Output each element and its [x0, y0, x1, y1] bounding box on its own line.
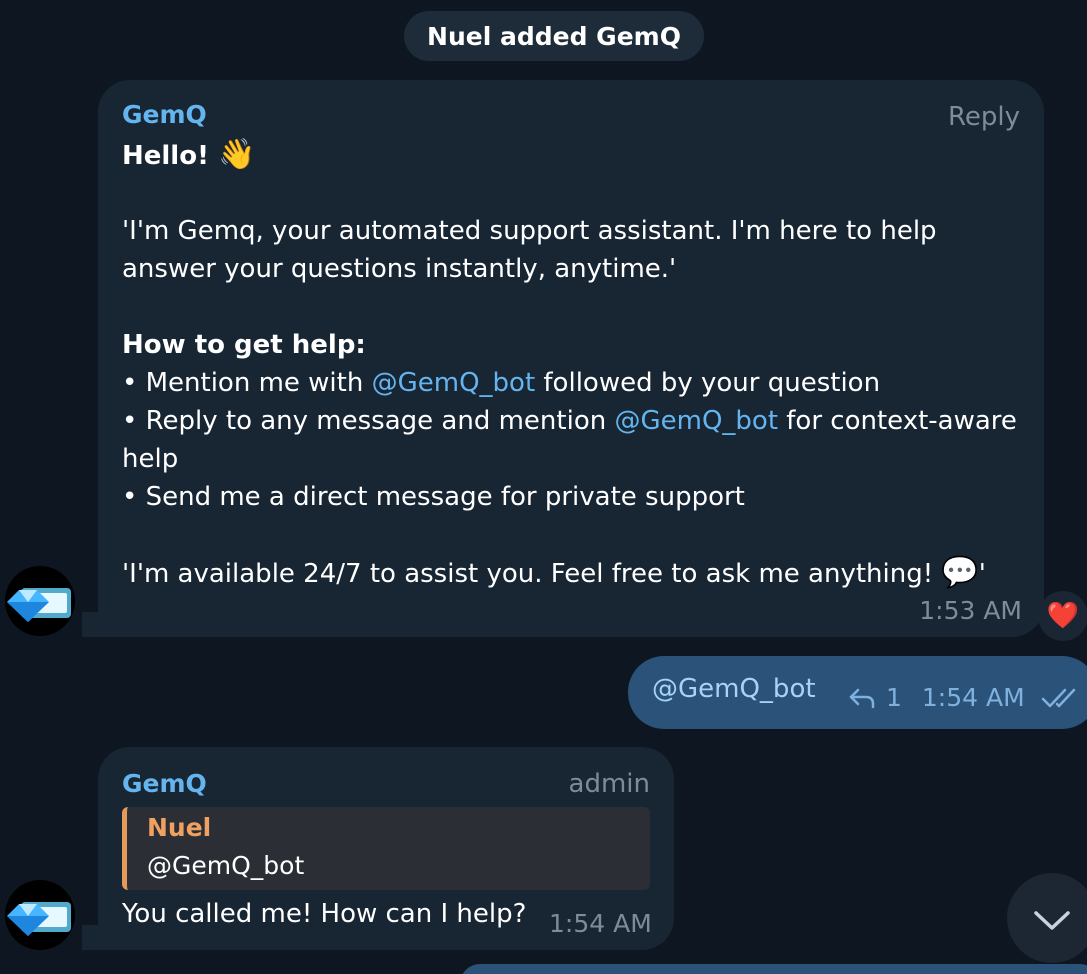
speech-bubble-icon: 💬 [941, 555, 979, 590]
next-message-bubble [460, 964, 1087, 974]
bullet-text: followed by your question [535, 368, 881, 398]
quoted-message[interactable]: Nuel @GemQ_bot [122, 807, 650, 890]
message-bubble-reply[interactable]: GemQ admin Nuel @GemQ_bot You called me!… [98, 747, 674, 950]
greeting-line: Hello! 👋 [122, 136, 255, 175]
bullet-text: • Reply to any message and mention [122, 406, 615, 436]
outgoing-message-text: @GemQ_bot [652, 674, 816, 704]
scroll-to-bottom-button[interactable] [1007, 873, 1087, 963]
service-message: Nuel added GemQ [404, 11, 704, 61]
bot-mention-link[interactable]: @GemQ_bot [372, 368, 536, 398]
double-check-icon [1041, 688, 1075, 707]
intro-line-2: answer your questions instantly, anytime… [122, 254, 677, 284]
bullet-text: • Mention me with [122, 368, 372, 398]
outgoing-message-time: 1:54 AM [921, 683, 1025, 712]
reply-arrow-icon[interactable] [848, 687, 876, 709]
message-bubble-welcome[interactable]: GemQ Reply Hello! 👋 'I'm Gemq, your auto… [98, 80, 1044, 637]
bot-avatar[interactable] [5, 880, 75, 950]
closing-text: 'I'm available 24/7 to assist you. Feel … [122, 559, 934, 589]
reply-message-text: You called me! How can I help? [122, 899, 527, 929]
reply-count[interactable]: 1 [886, 683, 902, 712]
bullet-text: for context-aware [778, 406, 1017, 436]
diamond-logo-icon [7, 902, 71, 936]
diamond-logo-icon [7, 588, 71, 622]
bullet-reply: • Reply to any message and mention @GemQ… [122, 402, 1017, 440]
quoted-text: @GemQ_bot [147, 851, 305, 880]
heart-reaction[interactable]: ❤️ [1038, 591, 1087, 641]
service-message-text: Nuel added GemQ [427, 21, 681, 51]
outgoing-message-meta: 1 1:54 AM [848, 683, 1085, 712]
bullet-mention: • Mention me with @GemQ_bot followed by … [122, 364, 880, 402]
quoted-sender: Nuel [147, 813, 212, 842]
chevron-down-icon [1034, 911, 1070, 930]
bot-avatar[interactable] [5, 566, 75, 636]
admin-badge: admin [568, 769, 650, 799]
message-time: 1:53 AM [919, 596, 1022, 625]
how-to-title: How to get help: [122, 330, 366, 360]
reply-label[interactable]: Reply [948, 102, 1020, 132]
intro-line-1: 'I'm Gemq, your automated support assist… [122, 216, 937, 246]
sender-name[interactable]: GemQ [122, 100, 207, 129]
bullet-reply-continued: help [122, 444, 179, 474]
bot-mention-link[interactable]: @GemQ_bot [614, 406, 778, 436]
greeting-text: Hello! [122, 141, 209, 171]
outgoing-message-bubble[interactable]: @GemQ_bot 1 1:54 AM [628, 656, 1087, 729]
bullet-direct-message: • Send me a direct message for private s… [122, 482, 745, 512]
waving-hand-icon: 👋 [218, 137, 256, 172]
heart-icon: ❤️ [1046, 601, 1080, 631]
closing-quote: ' [978, 559, 986, 589]
sender-name[interactable]: GemQ [122, 769, 207, 798]
message-time: 1:54 AM [549, 909, 652, 938]
chat-area: Nuel added GemQ GemQ Reply Hello! 👋 'I'm… [0, 0, 1087, 974]
closing-line: 'I'm available 24/7 to assist you. Feel … [122, 554, 986, 593]
